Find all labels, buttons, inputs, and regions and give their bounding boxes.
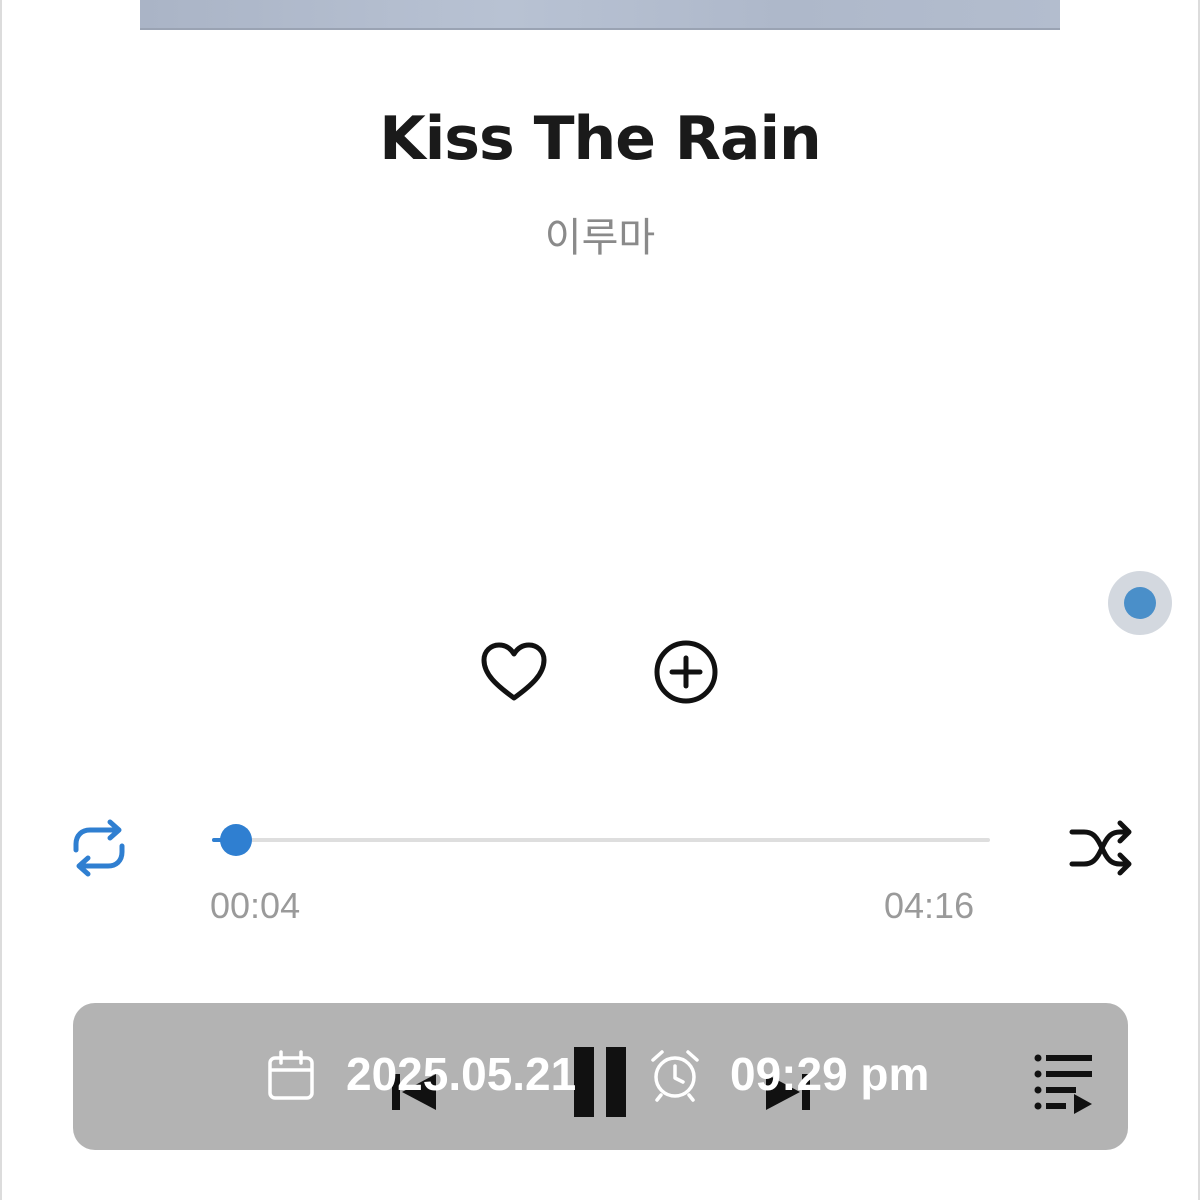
track-artist: 이루마: [544, 215, 656, 261]
progress-thumb[interactable]: [220, 824, 252, 856]
floating-button-dot: [1124, 587, 1156, 619]
pause-icon[interactable]: [570, 1045, 630, 1119]
add-circle-icon[interactable]: [652, 638, 720, 706]
overlay-date: 2025.05.21: [346, 1048, 577, 1100]
heart-icon[interactable]: [478, 640, 550, 704]
playlist-icon[interactable]: [1030, 1050, 1096, 1114]
duration: 04:16: [884, 885, 975, 926]
overlay-time: 09:29 pm: [730, 1048, 930, 1100]
shuffle-icon[interactable]: [1068, 818, 1134, 878]
track-title: Kiss The Rain: [379, 104, 822, 174]
album-art: [140, 0, 1060, 30]
frame-left-edge: [0, 0, 2, 1200]
alarm-clock-icon: [651, 1050, 699, 1102]
calendar-icon: [268, 1050, 314, 1100]
current-time: 00:04: [210, 885, 301, 926]
floating-assistive-button[interactable]: [1108, 571, 1172, 635]
progress-slider[interactable]: [212, 824, 990, 856]
repeat-icon[interactable]: [62, 816, 136, 880]
